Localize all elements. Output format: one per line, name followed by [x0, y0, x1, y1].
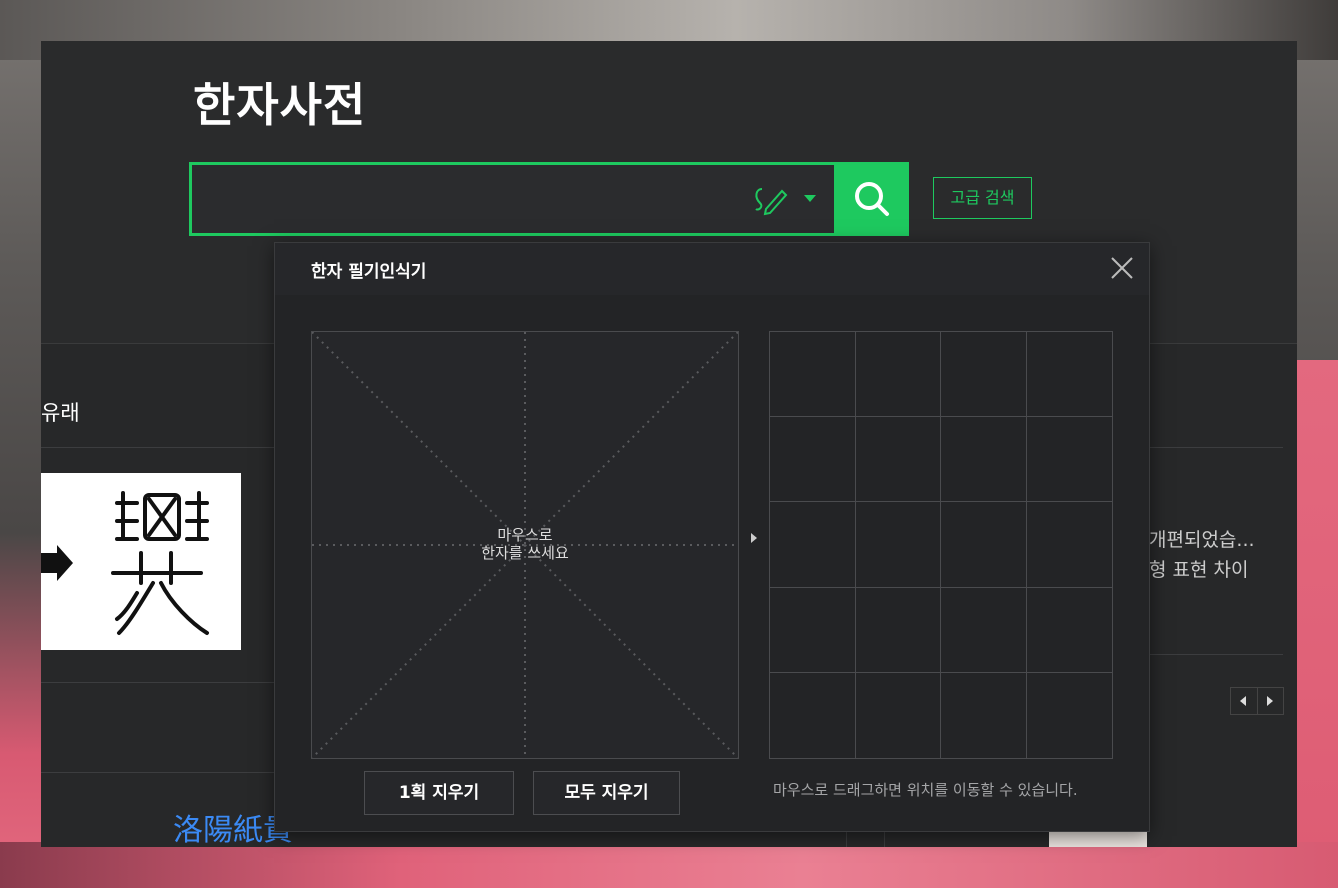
pager — [1230, 687, 1284, 715]
canvas-hint-line: 마우스로 — [497, 526, 553, 544]
divider — [884, 831, 885, 847]
canvas-hint-line: 한자를 쓰세요 — [481, 544, 569, 562]
divider — [41, 682, 281, 683]
candidate-cell[interactable] — [1026, 332, 1112, 418]
popup-title: 한자 필기인식기 — [311, 262, 427, 282]
search-icon — [855, 182, 889, 216]
search-button[interactable] — [835, 162, 909, 236]
section-title: 유래 — [41, 401, 80, 425]
divider — [1141, 654, 1283, 655]
handwriting-canvas[interactable]: 마우스로 한자를 쓰세요 — [311, 331, 739, 759]
search-box — [189, 162, 837, 236]
candidate-cell[interactable] — [770, 587, 856, 673]
divider — [41, 447, 281, 448]
canvas-hint: 마우스로 한자를 쓰세요 — [312, 526, 738, 562]
clear-all-button[interactable]: 모두 지우기 — [533, 771, 680, 815]
search-input[interactable] — [202, 175, 746, 223]
candidate-cell[interactable] — [1026, 588, 1112, 673]
notice-text[interactable]: 형 표현 차이 — [1149, 555, 1248, 582]
handwriting-popup: 한자 필기인식기 마우스로 한자를 쓰세요 1획 지우기 모두 지우기 마우스로… — [274, 242, 1150, 832]
candidate-cell[interactable] — [855, 417, 941, 503]
candidate-cell[interactable] — [1027, 673, 1113, 758]
notice-text[interactable]: 개편되었습... — [1149, 525, 1255, 552]
chevron-left-icon[interactable] — [1231, 688, 1258, 714]
advanced-search-button[interactable]: 고급 검색 — [933, 177, 1032, 219]
candidate-cell[interactable] — [770, 417, 856, 503]
divider — [41, 772, 281, 773]
caret-down-icon[interactable] — [804, 195, 816, 202]
candidate-cell[interactable] — [941, 587, 1027, 673]
arrow-right-icon — [751, 533, 757, 543]
close-icon[interactable] — [1109, 255, 1135, 281]
candidate-cell[interactable] — [1026, 502, 1112, 588]
chevron-right-icon[interactable] — [1257, 688, 1283, 714]
character-origin-image — [41, 473, 241, 650]
candidate-cell[interactable] — [855, 332, 941, 418]
popup-header[interactable]: 한자 필기인식기 — [275, 243, 1149, 295]
candidate-grid — [769, 331, 1113, 759]
candidate-cell[interactable] — [855, 587, 941, 673]
divider — [1141, 447, 1283, 448]
candidate-cell[interactable] — [941, 672, 1027, 758]
background-photo-right — [1296, 360, 1338, 850]
pen-icon[interactable] — [752, 181, 792, 217]
drag-hint: 마우스로 드래그하면 위치를 이동할 수 있습니다. — [773, 781, 1078, 799]
candidate-cell[interactable] — [941, 502, 1027, 588]
app-logo[interactable]: 한자사전 — [193, 69, 366, 135]
background-photo-bottom — [0, 842, 1338, 888]
candidate-cell[interactable] — [770, 672, 856, 758]
candidate-cell[interactable] — [1026, 417, 1112, 503]
candidate-cell[interactable] — [941, 417, 1027, 503]
candidate-cell[interactable] — [855, 502, 941, 588]
candidate-cell[interactable] — [770, 502, 856, 588]
candidate-cell[interactable] — [856, 672, 941, 758]
candidate-cell[interactable] — [941, 332, 1027, 418]
candidate-cell[interactable] — [770, 332, 856, 418]
divider — [846, 831, 847, 847]
clear-stroke-button[interactable]: 1획 지우기 — [364, 771, 514, 815]
